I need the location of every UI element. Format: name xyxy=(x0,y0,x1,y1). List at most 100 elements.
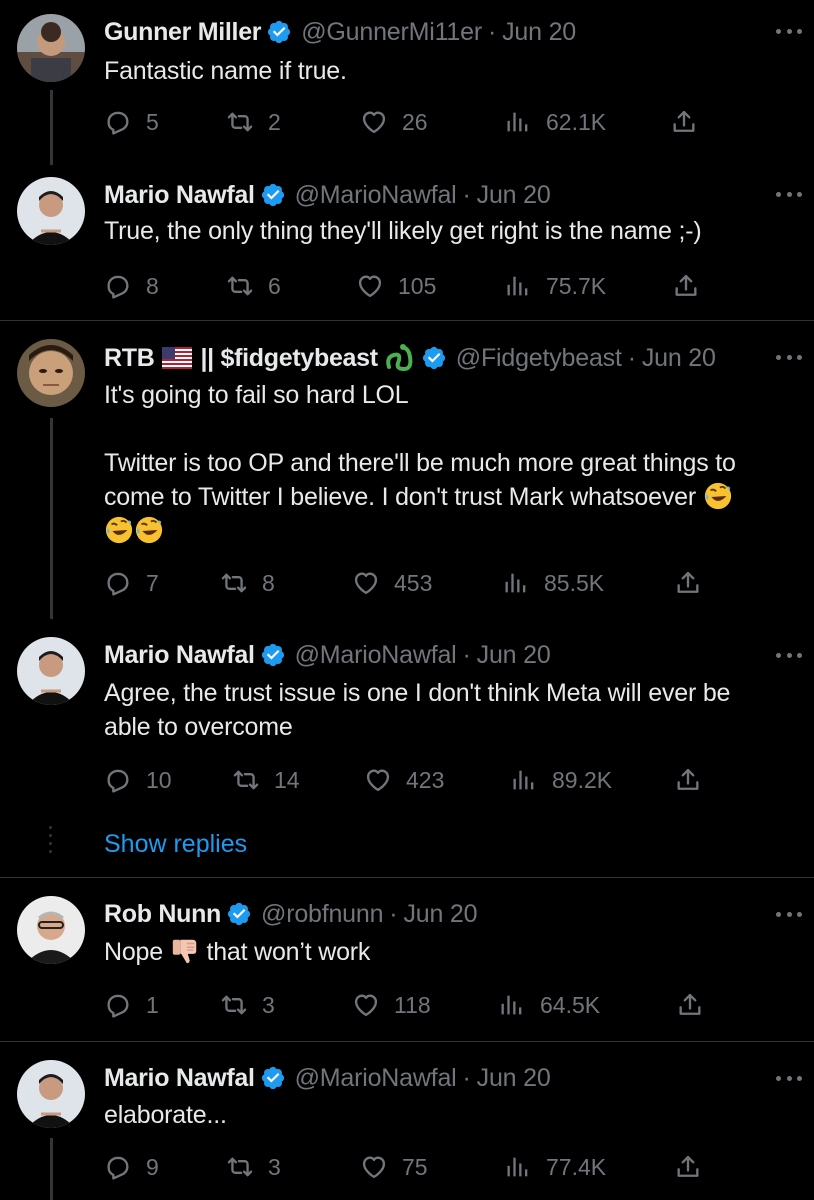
rofl-emoji-icon xyxy=(104,515,134,545)
retweet-button[interactable]: 2 xyxy=(226,107,281,137)
tweet-actions: 8 6 105 75.7K xyxy=(104,271,704,301)
reply-icon xyxy=(104,766,132,794)
views-button[interactable]: 77.4K xyxy=(504,1152,606,1182)
separator: · xyxy=(462,180,471,209)
retweet-button[interactable]: 3 xyxy=(220,990,275,1020)
more-icon[interactable] xyxy=(776,651,802,659)
views-icon xyxy=(502,569,530,597)
share-button[interactable] xyxy=(674,765,702,795)
tweet-date[interactable]: Jun 20 xyxy=(403,900,477,929)
author-handle[interactable]: @robfnunn xyxy=(261,900,383,929)
views-count: 89.2K xyxy=(552,766,613,793)
retweet-icon xyxy=(232,766,260,794)
reply-icon xyxy=(104,1153,132,1181)
like-icon xyxy=(360,108,388,136)
show-replies-link[interactable]: Show replies xyxy=(104,830,247,859)
tweet-text-line: It's going to fail so hard LOL xyxy=(104,381,409,409)
tweet-text: elaborate... xyxy=(104,1101,227,1129)
more-icon[interactable] xyxy=(776,910,802,918)
tweet-actions: 7 8 453 85.5K xyxy=(104,568,704,598)
author-name[interactable]: RTB xyxy=(104,344,155,373)
more-icon[interactable] xyxy=(776,190,802,198)
tweet[interactable]: RTB || $fidgetybeast @Fidgetybeast · Jun… xyxy=(0,321,814,619)
avatar[interactable] xyxy=(17,14,85,82)
retweet-button[interactable]: 8 xyxy=(220,568,275,598)
reply-button[interactable]: 10 xyxy=(104,765,172,795)
views-button[interactable]: 89.2K xyxy=(510,765,612,795)
more-icon[interactable] xyxy=(776,1074,802,1082)
reply-button[interactable]: 5 xyxy=(104,107,159,137)
author-handle[interactable]: @MarioNawfal xyxy=(295,1064,457,1093)
reply-count: 10 xyxy=(146,766,172,793)
views-button[interactable]: 75.7K xyxy=(504,271,606,301)
author-handle[interactable]: @MarioNawfal xyxy=(295,641,457,670)
tweet-actions: 5 2 26 62.1K xyxy=(104,107,704,137)
tweet-date[interactable]: Jun 20 xyxy=(477,641,551,670)
tweet-date[interactable]: Jun 20 xyxy=(477,1064,551,1093)
views-count: 64.5K xyxy=(540,991,601,1018)
reply-button[interactable]: 9 xyxy=(104,1152,159,1182)
like-button[interactable]: 423 xyxy=(364,765,444,795)
share-button[interactable] xyxy=(672,271,700,301)
share-button[interactable] xyxy=(674,1152,702,1182)
author-name[interactable]: Rob Nunn xyxy=(104,900,221,929)
author-name-suffix[interactable]: || $fidgetybeast xyxy=(200,344,378,373)
tweet[interactable]: Gunner Miller @GunnerMi11er · Jun 20 Fan… xyxy=(0,0,814,165)
avatar[interactable] xyxy=(17,1060,85,1128)
reply-count: 5 xyxy=(146,108,159,135)
like-icon xyxy=(364,766,392,794)
retweet-count: 6 xyxy=(268,272,281,299)
avatar[interactable] xyxy=(17,177,85,245)
more-icon[interactable] xyxy=(776,353,802,361)
reply-button[interactable]: 1 xyxy=(104,990,159,1020)
tweet[interactable]: Mario Nawfal @MarioNawfal · Jun 20 elabo… xyxy=(0,1042,814,1200)
author-name[interactable]: Gunner Miller xyxy=(104,18,262,47)
tweet-actions: 9 3 75 77.4K xyxy=(104,1152,704,1182)
avatar[interactable] xyxy=(17,637,85,705)
like-button[interactable]: 105 xyxy=(356,271,436,301)
thread-continuation-dots xyxy=(49,826,53,858)
separator: · xyxy=(389,899,398,928)
views-icon xyxy=(504,1153,532,1181)
share-button[interactable] xyxy=(676,990,704,1020)
tweet[interactable]: Mario Nawfal @MarioNawfal · Jun 20 True,… xyxy=(0,165,814,320)
author-name[interactable]: Mario Nawfal xyxy=(104,181,255,210)
retweet-count: 8 xyxy=(262,569,275,596)
retweet-button[interactable]: 6 xyxy=(226,271,281,301)
like-count: 75 xyxy=(402,1153,428,1180)
tweet-date[interactable]: Jun 20 xyxy=(477,181,551,210)
tweet-text-line: Agree, the trust issue is one I don't th… xyxy=(104,679,731,707)
author-name[interactable]: Mario Nawfal xyxy=(104,641,255,670)
author-handle[interactable]: @MarioNawfal xyxy=(295,181,457,210)
author-name[interactable]: Mario Nawfal xyxy=(104,1064,255,1093)
tweet-date[interactable]: Jun 20 xyxy=(502,18,576,47)
like-count: 453 xyxy=(394,569,433,596)
like-icon xyxy=(356,272,384,300)
like-button[interactable]: 75 xyxy=(360,1152,428,1182)
views-button[interactable]: 64.5K xyxy=(498,990,600,1020)
like-icon xyxy=(352,569,380,597)
share-icon xyxy=(670,108,698,136)
retweet-icon xyxy=(226,108,254,136)
share-icon xyxy=(674,1153,702,1181)
like-button[interactable]: 26 xyxy=(360,107,428,137)
views-button[interactable]: 62.1K xyxy=(504,107,606,137)
retweet-button[interactable]: 14 xyxy=(232,765,300,795)
share-button[interactable] xyxy=(674,568,702,598)
avatar[interactable] xyxy=(17,339,85,407)
tweet-text-part: Nope xyxy=(104,938,163,966)
retweet-button[interactable]: 3 xyxy=(226,1152,281,1182)
author-handle[interactable]: @Fidgetybeast xyxy=(456,344,622,373)
reply-button[interactable]: 8 xyxy=(104,271,159,301)
like-button[interactable]: 453 xyxy=(352,568,432,598)
share-button[interactable] xyxy=(670,107,698,137)
like-button[interactable]: 118 xyxy=(352,990,431,1020)
separator: · xyxy=(627,343,636,372)
reply-button[interactable]: 7 xyxy=(104,568,159,598)
views-button[interactable]: 85.5K xyxy=(502,568,604,598)
tweet-date[interactable]: Jun 20 xyxy=(642,344,716,373)
author-handle[interactable]: @GunnerMi11er xyxy=(301,18,482,47)
avatar[interactable] xyxy=(17,896,85,964)
tweet[interactable]: Rob Nunn @robfnunn · Jun 20 Nope that wo… xyxy=(0,878,814,1041)
more-icon[interactable] xyxy=(776,27,802,35)
